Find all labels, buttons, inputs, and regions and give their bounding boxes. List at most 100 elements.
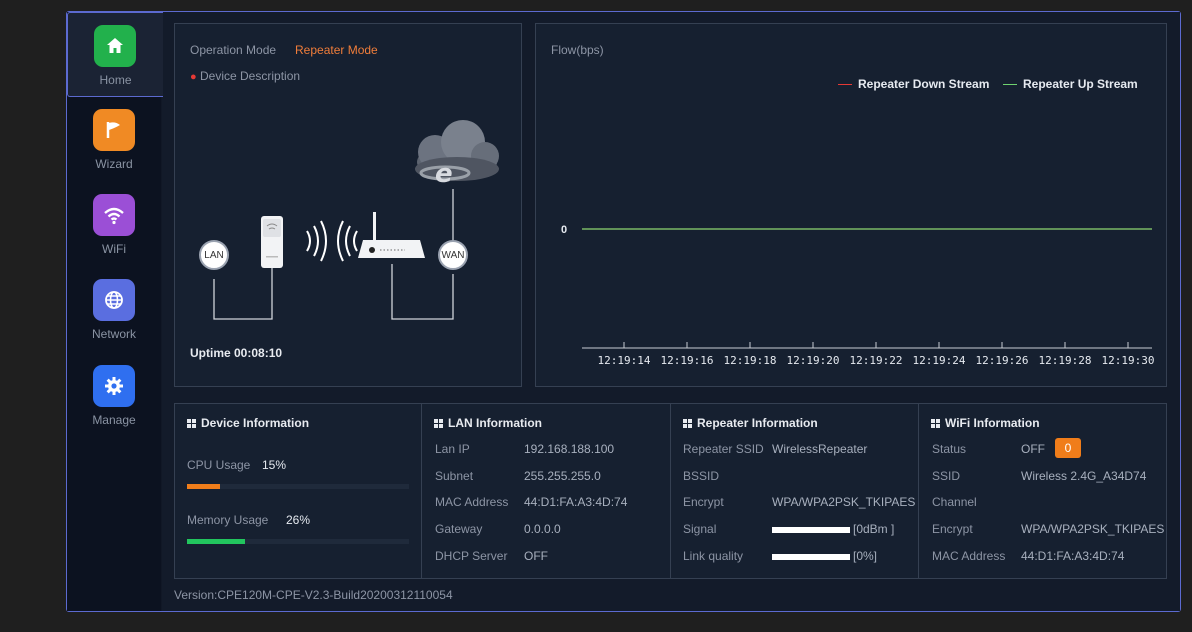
wifi-status-value: OFF bbox=[1021, 442, 1045, 456]
home-icon bbox=[94, 25, 136, 67]
network-topology-diagram: e bbox=[213, 120, 499, 320]
wifi-encrypt-value: WPA/WPA2PSK_TKIPAES bbox=[1021, 522, 1165, 536]
operation-mode-label: Operation Mode bbox=[190, 43, 277, 57]
subnet-value: 255.255.255.0 bbox=[524, 469, 601, 483]
lan-info-title: LAN Information bbox=[434, 416, 542, 430]
sidebar-item-manage[interactable]: Manage bbox=[67, 353, 161, 438]
link-quality-value: [0%] bbox=[853, 549, 878, 563]
location-pin-icon: ● bbox=[190, 71, 197, 83]
bssid-label: BSSID bbox=[683, 469, 720, 483]
x-tick-label: 12:19:18 bbox=[724, 354, 777, 367]
signal-label: Signal bbox=[683, 522, 717, 536]
memory-usage-bar-fill bbox=[187, 539, 245, 544]
x-tick-label: 12:19:14 bbox=[598, 354, 651, 367]
sidebar-item-wifi[interactable]: WiFi bbox=[67, 182, 161, 267]
flow-chart-plot: 0 12:19:14 12:19:16 12:19:18 12:19:20 12:19:2… bbox=[561, 224, 1155, 367]
sidebar-item-label: Home bbox=[99, 73, 132, 87]
x-tick-label: 12:19:26 bbox=[976, 354, 1029, 367]
lan-info-title-text: LAN Information bbox=[448, 416, 542, 430]
repeater-encrypt-label: Encrypt bbox=[683, 495, 724, 509]
sidebar-item-wizard[interactable]: Wizard bbox=[67, 97, 161, 182]
dhcp-server-value: OFF bbox=[524, 549, 548, 563]
sidebar-item-label: WiFi bbox=[102, 242, 126, 256]
device-info-title-text: Device Information bbox=[201, 416, 310, 430]
x-tick-label: 12:19:24 bbox=[913, 354, 966, 367]
router-icon bbox=[358, 212, 425, 258]
memory-usage-value: 26% bbox=[286, 513, 311, 527]
flow-chart-panel: Flow(bps) Repeater Down Stream Repeater … bbox=[535, 23, 1167, 387]
repeater-info-title: Repeater Information bbox=[683, 416, 818, 430]
sidebar: Home Wizard WiFi Network Manage bbox=[67, 12, 163, 611]
cpe-device-icon bbox=[261, 216, 283, 268]
device-description-label: Device Description bbox=[200, 69, 301, 83]
wifi-ssid-label: SSID bbox=[932, 469, 961, 483]
x-tick-label: 12:19:20 bbox=[787, 354, 840, 367]
dhcp-server-label: DHCP Server bbox=[435, 549, 508, 563]
wifi-info-title-text: WiFi Information bbox=[945, 416, 1040, 430]
signal-bar bbox=[772, 527, 850, 533]
signal-waves-icon bbox=[306, 220, 358, 262]
sidebar-item-label: Wizard bbox=[95, 157, 133, 171]
globe-icon bbox=[93, 279, 135, 321]
wifi-mac-label: MAC Address bbox=[932, 549, 1006, 563]
wifi-status-label: Status bbox=[932, 442, 967, 456]
wifi-ssid-value: Wireless 2.4G_A34D74 bbox=[1021, 469, 1147, 483]
repeater-ssid-value: WirelessRepeater bbox=[772, 442, 868, 456]
flag-icon bbox=[93, 109, 135, 151]
sidebar-item-home[interactable]: Home bbox=[67, 12, 163, 97]
subnet-label: Subnet bbox=[435, 469, 474, 483]
internet-cloud-icon: e bbox=[415, 120, 499, 189]
x-tick-label: 12:19:30 bbox=[1102, 354, 1155, 367]
info-panel: Device Information CPU Usage 15% Memory … bbox=[174, 403, 1167, 579]
operation-mode-value: Repeater Mode bbox=[295, 43, 378, 57]
signal-value: [0dBm ] bbox=[853, 522, 895, 536]
x-tick-label: 12:19:22 bbox=[850, 354, 903, 367]
wifi-info-title: WiFi Information bbox=[931, 416, 1040, 430]
x-tick-label: 12:19:28 bbox=[1039, 354, 1092, 367]
wifi-icon bbox=[93, 194, 135, 236]
gateway-value: 0.0.0.0 bbox=[524, 522, 561, 536]
grid-icon bbox=[187, 419, 196, 428]
lan-label: LAN bbox=[204, 249, 224, 261]
lan-port-icon: LAN bbox=[199, 240, 229, 270]
divider bbox=[421, 404, 422, 578]
lan-ip-value: 192.168.188.100 bbox=[524, 442, 615, 456]
memory-usage-bar bbox=[187, 539, 409, 544]
link-quality-label: Link quality bbox=[683, 549, 744, 563]
cpu-usage-bar bbox=[187, 484, 409, 489]
cpu-usage-label: CPU Usage bbox=[187, 458, 251, 472]
gateway-label: Gateway bbox=[435, 522, 483, 536]
wifi-channel-label: Channel bbox=[932, 495, 977, 509]
uptime-text: Uptime 00:08:10 bbox=[190, 346, 283, 360]
repeater-ssid-label: Repeater SSID bbox=[683, 442, 764, 456]
x-tick-label: 12:19:16 bbox=[661, 354, 714, 367]
grid-icon bbox=[931, 419, 940, 428]
wan-label: WAN bbox=[441, 249, 465, 261]
divider bbox=[918, 404, 919, 578]
main-content: Operation Mode Repeater Mode ● Device De… bbox=[162, 12, 1180, 611]
wifi-encrypt-label: Encrypt bbox=[932, 522, 973, 536]
repeater-info-title-text: Repeater Information bbox=[697, 416, 818, 430]
cpu-usage-value: 15% bbox=[262, 458, 287, 472]
y-tick-label: 0 bbox=[561, 224, 567, 236]
repeater-encrypt-value: WPA/WPA2PSK_TKIPAES bbox=[772, 495, 916, 509]
device-info-title: Device Information bbox=[187, 416, 309, 430]
wifi-status-badge: 0 bbox=[1055, 438, 1081, 458]
wifi-mac-value: 44:D1:FA:A3:4D:74 bbox=[1021, 549, 1125, 563]
sidebar-item-network[interactable]: Network bbox=[67, 267, 161, 352]
firmware-version: Version:CPE120M-CPE-V2.3-Build2020031211… bbox=[174, 588, 453, 602]
sidebar-item-label: Manage bbox=[92, 413, 136, 427]
memory-usage-label: Memory Usage bbox=[187, 513, 269, 527]
device-description-link[interactable]: ● Device Description bbox=[190, 69, 300, 83]
cpu-usage-bar-fill bbox=[187, 484, 221, 489]
lan-mac-value: 44:D1:FA:A3:4D:74 bbox=[524, 495, 628, 509]
gear-icon bbox=[93, 365, 135, 407]
link-quality-bar bbox=[772, 554, 850, 560]
lan-ip-label: Lan IP bbox=[435, 442, 470, 456]
sidebar-item-label: Network bbox=[91, 327, 136, 341]
svg-text:e: e bbox=[435, 159, 453, 189]
lan-mac-label: MAC Address bbox=[435, 495, 509, 509]
grid-icon bbox=[434, 419, 443, 428]
wan-port-icon: WAN bbox=[438, 240, 468, 270]
overview-panel: Operation Mode Repeater Mode ● Device De… bbox=[174, 23, 522, 387]
